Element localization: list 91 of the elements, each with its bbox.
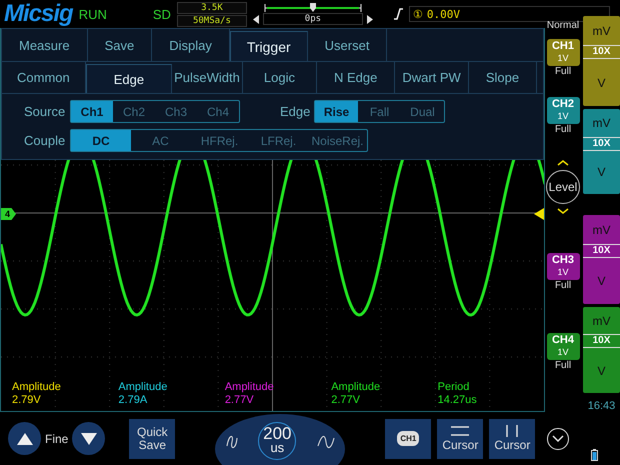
unit-label: mV	[592, 312, 610, 330]
clock: 16:43	[586, 400, 616, 412]
measurement-label: Period	[438, 381, 470, 394]
trigger-type-tab[interactable]: Logic	[242, 62, 317, 93]
channel-scale: 1V	[557, 111, 568, 121]
rising-edge-icon	[392, 8, 403, 20]
timeline-slider-icon[interactable]	[262, 3, 363, 13]
level-button[interactable]: Level	[546, 170, 580, 204]
channel-scale-strip[interactable]: mV 10X V	[583, 215, 620, 304]
trigger-level: 0.00V	[426, 8, 460, 20]
probe-ratio: 10X	[583, 244, 620, 258]
channel-scale-strip[interactable]: mV 10X V	[583, 109, 620, 194]
compress-wave-icon[interactable]	[226, 434, 238, 450]
menu-tab[interactable]: Save	[88, 29, 152, 61]
measurement-label: Amplitude	[224, 381, 275, 394]
channel-scale-strip[interactable]: mV 10X V	[583, 16, 620, 106]
channel-tag[interactable]: CH1 1V	[546, 39, 580, 66]
quick-save-button[interactable]: Quick Save	[129, 418, 176, 458]
measurement-label: Amplitude	[118, 381, 168, 394]
probe-ratio: 10X	[583, 45, 620, 60]
trigger-channel: ①	[412, 8, 423, 20]
sample-rate: 50MSa/s	[176, 14, 247, 26]
unit-label: V	[598, 74, 606, 92]
run-status: RUN	[78, 6, 107, 22]
channel-tag[interactable]: CH2 1V	[546, 97, 580, 124]
bandwidth-label: Full	[554, 124, 572, 135]
menu-tab[interactable]: Trigger	[230, 31, 308, 61]
option-label: Edge	[280, 104, 308, 119]
measurement-value: 14.27us	[438, 394, 478, 407]
trigger-type-tab[interactable]: PulseWidth	[172, 62, 243, 93]
up-triangle-icon	[16, 432, 32, 444]
unit-label: mV	[592, 22, 610, 40]
channel-name: CH3	[552, 253, 574, 267]
menu-tab[interactable]: Userset	[308, 29, 388, 61]
option-label: Couple	[24, 133, 64, 148]
time-offset: 0ps	[262, 13, 363, 25]
couple-option[interactable]: DC	[71, 130, 131, 151]
storage-label: SD	[152, 6, 171, 22]
cursor-button[interactable]: Cursor	[437, 418, 484, 458]
bandwidth-label: Full	[554, 280, 572, 291]
right-arrow-icon[interactable]	[366, 14, 373, 24]
measurement-value: 2.79V	[12, 394, 42, 407]
channel-select-button[interactable]: CH1	[385, 418, 432, 458]
bandwidth-label: Full	[554, 360, 572, 371]
probe-ratio: 10X	[583, 334, 620, 348]
horizontal-lines-icon	[450, 425, 470, 437]
fine-label: Fine	[45, 432, 68, 446]
channel-scale: 1V	[557, 347, 568, 357]
unit-label: mV	[592, 114, 610, 132]
channel-name: CH4	[552, 333, 574, 347]
trigger-level-marker-icon[interactable]	[534, 208, 544, 220]
bandwidth-label: Full	[554, 66, 572, 77]
menu-tab[interactable]: Measure	[2, 29, 88, 61]
ground-marker[interactable]: 4	[1, 208, 16, 220]
channel-name: CH1	[552, 39, 574, 53]
trigger-type-tab[interactable]: N Edge	[316, 62, 396, 93]
unit-label: V	[598, 164, 606, 182]
trigger-mode: Normal	[546, 20, 580, 31]
channel-tag[interactable]: CH3 1V	[546, 253, 580, 280]
down-caret-icon[interactable]	[557, 208, 569, 214]
channel-scale: 1V	[557, 267, 568, 277]
memory-depth: 3.5K	[176, 2, 247, 14]
measurement-value: 2.79A	[118, 394, 148, 407]
down-triangle-icon	[80, 432, 97, 444]
battery-icon	[591, 449, 598, 461]
expand-down-icon[interactable]	[547, 428, 570, 450]
measurement-label: Amplitude	[12, 381, 62, 394]
timebase-dial[interactable]: 200 us	[215, 414, 346, 465]
measurement-value: 2.77V	[224, 394, 255, 407]
up-caret-icon[interactable]	[557, 160, 569, 166]
edge-option[interactable]: Rise	[315, 101, 358, 122]
channel-name: CH2	[552, 97, 574, 111]
trigger-type-tab[interactable]: Dwart PW	[395, 62, 469, 93]
unit-label: V	[598, 272, 606, 290]
trigger-type-tab[interactable]: Edge	[86, 64, 172, 93]
channel-scale: 1V	[557, 53, 568, 63]
channel-scale-strip[interactable]: mV 10X V	[583, 306, 620, 393]
measurement-value: 2.77V	[331, 394, 361, 407]
channel-tag[interactable]: CH4 1V	[546, 333, 580, 360]
stretch-wave-icon[interactable]	[316, 434, 335, 450]
logo: Micsig	[4, 0, 73, 28]
measurement-label: Amplitude	[331, 381, 382, 394]
timebase-button[interactable]: 200 us	[258, 422, 296, 460]
cursor-button[interactable]: Cursor	[489, 418, 536, 458]
option-label: Source	[24, 104, 64, 119]
probe-ratio: 10X	[583, 136, 620, 151]
unit-label: mV	[592, 222, 610, 239]
source-option[interactable]: Ch1	[71, 101, 113, 122]
left-arrow-icon[interactable]	[252, 14, 259, 24]
trigger-type-tab[interactable]: Slope	[468, 62, 538, 93]
unit-label: V	[598, 362, 606, 380]
